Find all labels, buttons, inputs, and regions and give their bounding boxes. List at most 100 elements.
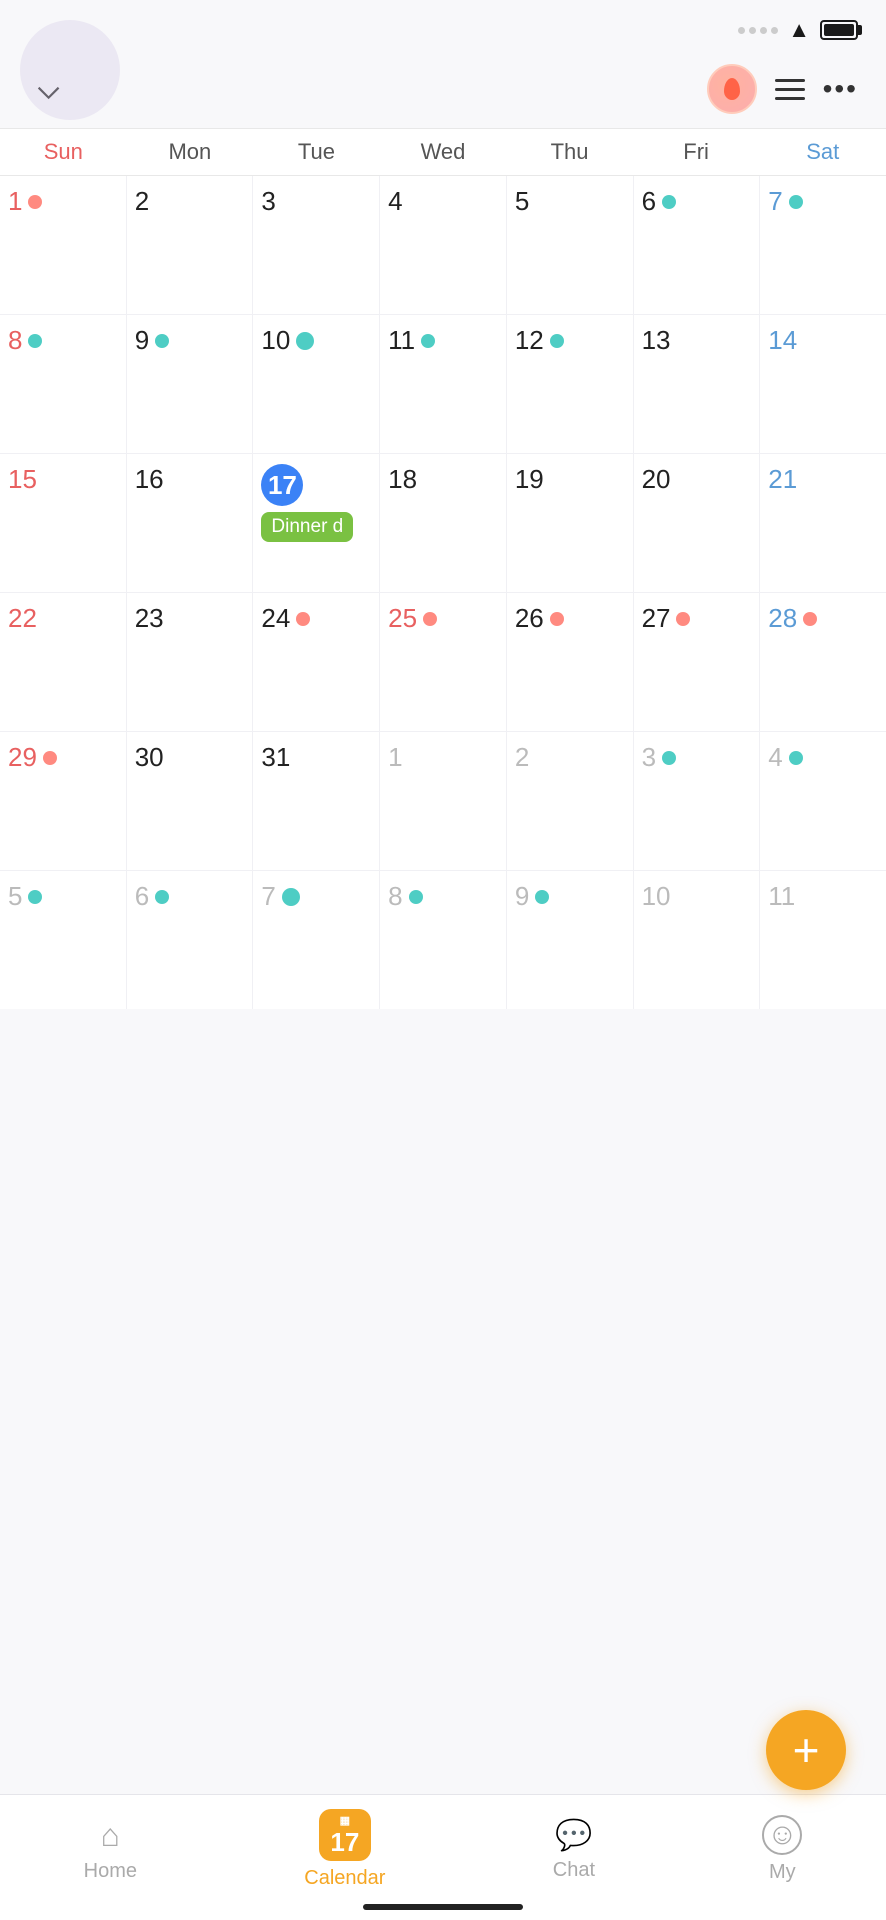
calendar-day-13[interactable]: 13 [634,315,760,453]
day-number: 6 [642,186,752,217]
home-indicator [363,1904,523,1910]
calendar-day-6[interactable]: 6 [634,176,760,314]
calendar-day-27[interactable]: 27 [634,593,760,731]
calendar-day-22[interactable]: 22 [0,593,126,731]
calendar-day-26[interactable]: 26 [507,593,633,731]
menu-icon[interactable] [775,79,805,100]
event-dot [28,195,42,209]
calendar-day-other-7[interactable]: 7 [253,871,379,1009]
day-number: 7 [768,186,878,217]
calendar-day-28[interactable]: 28 [760,593,886,731]
calendar-label: Calendar [304,1867,385,1890]
calendar-day-14[interactable]: 14 [760,315,886,453]
calendar-day-10[interactable]: 10 [253,315,379,453]
day-number: 10 [261,325,371,356]
calendar-day-4[interactable]: 4 [380,176,506,314]
dow-friday: Fri [633,129,760,175]
day-number: 11 [768,881,878,912]
day-number: 27 [642,603,752,634]
day-number: 7 [261,881,371,912]
calendar-day-21[interactable]: 21 [760,454,886,592]
calendar-day-24[interactable]: 24 [253,593,379,731]
calendar-day-18[interactable]: 18 [380,454,506,592]
battery-icon [820,20,858,40]
day-number: 8 [388,881,498,912]
calendar-day-23[interactable]: 23 [127,593,253,731]
day-number: 14 [768,325,878,356]
calendar-day-5[interactable]: 5 [507,176,633,314]
day-number: 4 [388,186,498,217]
day-number: 2 [515,742,625,773]
month-title[interactable]: ⌵ [28,73,691,106]
event-label[interactable]: Dinner d [261,512,353,542]
day-number: 15 [8,464,118,495]
day-number: 20 [642,464,752,495]
plus-icon: + [793,1727,820,1773]
calendar-day-other-11[interactable]: 11 [760,871,886,1009]
day-number: 3 [261,186,371,217]
calendar-day-9[interactable]: 9 [127,315,253,453]
calendar-day-1[interactable]: 1 [0,176,126,314]
dow-monday: Mon [127,129,254,175]
event-dot [28,890,42,904]
calendar-day-17[interactable]: 17Dinner d [253,454,379,592]
event-dot [155,334,169,348]
calendar-day-other-1[interactable]: 1 [380,732,506,870]
calendar-day-other-2[interactable]: 2 [507,732,633,870]
day-number: 16 [135,464,245,495]
day-number: 30 [135,742,245,773]
calendar-day-30[interactable]: 30 [127,732,253,870]
period-avatar[interactable] [707,64,757,114]
calendar-day-other-5[interactable]: 5 [0,871,126,1009]
calendar-header: ⌵ ••• [0,54,886,128]
day-number: 13 [642,325,752,356]
event-dot [296,612,310,626]
calendar-day-2[interactable]: 2 [127,176,253,314]
chevron-down-icon[interactable]: ⌵ [38,73,59,106]
day-number: 24 [261,603,371,634]
day-number: 8 [8,325,118,356]
day-number: 22 [8,603,118,634]
day-number: 23 [135,603,245,634]
event-dot [155,890,169,904]
chat-icon: 💬 [555,1818,592,1853]
nav-my[interactable]: ☺ My [762,1815,802,1884]
calendar-day-other-6[interactable]: 6 [127,871,253,1009]
day-number: 9 [135,325,245,356]
event-dot [662,195,676,209]
calendar-day-16[interactable]: 16 [127,454,253,592]
calendar-day-3[interactable]: 3 [253,176,379,314]
my-icon: ☺ [762,1815,802,1855]
calendar-day-other-9[interactable]: 9 [507,871,633,1009]
day-number: 29 [8,742,118,773]
calendar-day-other-4[interactable]: 4 [760,732,886,870]
dow-sunday: Sun [0,129,127,175]
nav-chat[interactable]: 💬 Chat [553,1818,595,1882]
home-label: Home [84,1860,137,1883]
event-dot [789,195,803,209]
calendar-day-15[interactable]: 15 [0,454,126,592]
add-event-fab[interactable]: + [766,1710,846,1790]
nav-calendar[interactable]: ▦ 17 Calendar [304,1809,385,1890]
more-options-icon[interactable]: ••• [823,73,858,105]
calendar-day-other-3[interactable]: 3 [634,732,760,870]
day-number: 9 [515,881,625,912]
calendar-day-29[interactable]: 29 [0,732,126,870]
nav-home[interactable]: ⌂ Home [84,1817,137,1883]
calendar-day-20[interactable]: 20 [634,454,760,592]
calendar-day-7[interactable]: 7 [760,176,886,314]
header-actions: ••• [707,64,858,114]
calendar-day-12[interactable]: 12 [507,315,633,453]
calendar-day-31[interactable]: 31 [253,732,379,870]
event-dot [296,332,314,350]
event-dot [550,612,564,626]
calendar-day-25[interactable]: 25 [380,593,506,731]
event-dot [803,612,817,626]
calendar-day-19[interactable]: 19 [507,454,633,592]
event-dot [535,890,549,904]
calendar-day-other-10[interactable]: 10 [634,871,760,1009]
calendar-day-other-8[interactable]: 8 [380,871,506,1009]
calendar-day-11[interactable]: 11 [380,315,506,453]
dow-wednesday: Wed [380,129,507,175]
calendar-day-8[interactable]: 8 [0,315,126,453]
